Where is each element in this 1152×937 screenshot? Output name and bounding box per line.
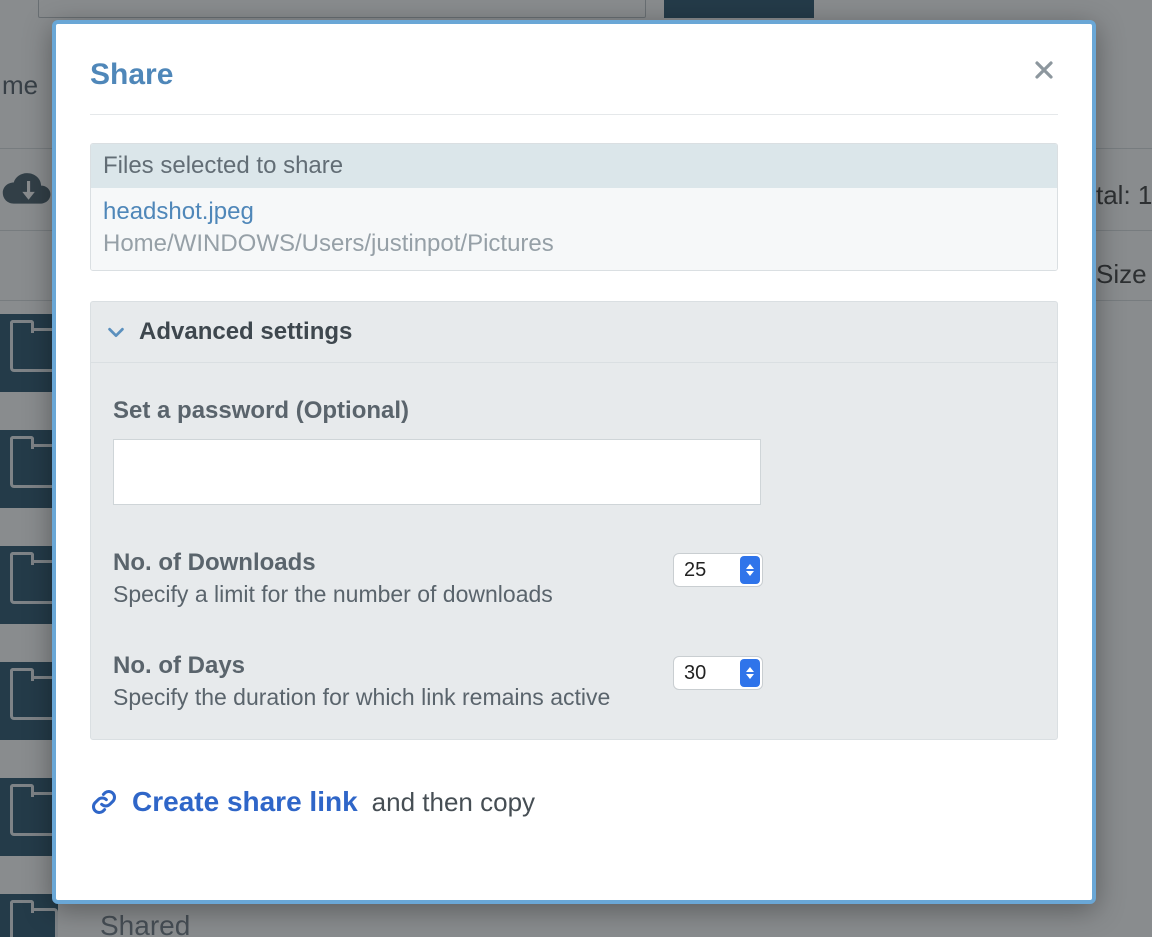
- advanced-settings-box: Advanced settings Set a password (Option…: [90, 301, 1058, 740]
- days-desc: Specify the duration for which link rema…: [113, 684, 673, 711]
- advanced-settings-toggle[interactable]: Advanced settings: [91, 302, 1057, 363]
- files-selected-box: Files selected to share headshot.jpeg Ho…: [90, 143, 1058, 271]
- link-icon: [90, 788, 118, 816]
- downloads-row: No. of Downloads Specify a limit for the…: [113, 549, 1035, 608]
- files-selected-header: Files selected to share: [91, 144, 1057, 188]
- selected-file-name[interactable]: headshot.jpeg: [103, 198, 1045, 226]
- days-title: No. of Days: [113, 652, 673, 680]
- dialog-header: Share: [90, 58, 1058, 115]
- advanced-settings-title: Advanced settings: [139, 318, 352, 346]
- selected-file-path: Home/WINDOWS/Users/justinpot/Pictures: [103, 230, 1045, 258]
- advanced-settings-body: Set a password (Optional) No. of Downloa…: [91, 363, 1057, 739]
- days-row: No. of Days Specify the duration for whi…: [113, 652, 1035, 711]
- create-share-link-button[interactable]: Create share link: [132, 786, 358, 818]
- days-stepper[interactable]: [673, 656, 763, 690]
- password-label: Set a password (Optional): [113, 397, 1035, 425]
- downloads-desc: Specify a limit for the number of downlo…: [113, 581, 673, 608]
- files-selected-body: headshot.jpeg Home/WINDOWS/Users/justinp…: [91, 188, 1057, 270]
- share-dialog: Share Files selected to share headshot.j…: [52, 20, 1096, 904]
- close-icon: [1032, 58, 1056, 87]
- downloads-stepper[interactable]: [673, 553, 763, 587]
- create-share-link-suffix: and then copy: [372, 787, 535, 818]
- downloads-title: No. of Downloads: [113, 549, 673, 577]
- dialog-title: Share: [90, 58, 173, 92]
- chevron-down-icon: [105, 321, 127, 343]
- password-input[interactable]: [113, 439, 761, 505]
- close-button[interactable]: [1030, 58, 1058, 86]
- create-link-row: Create share link and then copy: [90, 786, 1058, 818]
